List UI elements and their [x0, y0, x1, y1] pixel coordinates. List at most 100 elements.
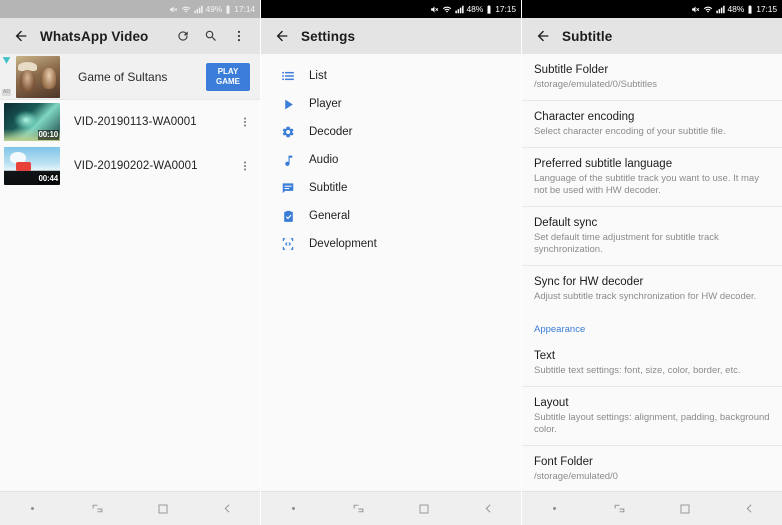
- battery-icon: [747, 5, 753, 14]
- overflow-menu-button[interactable]: [226, 23, 252, 49]
- pref-title: Font Folder: [534, 455, 770, 469]
- settings-list-content: List Player Decoder: [261, 54, 521, 491]
- nav-home-button[interactable]: [140, 492, 186, 525]
- video-overflow-button[interactable]: [234, 160, 256, 172]
- nav-back-button[interactable]: [466, 492, 512, 525]
- back-icon: [482, 502, 495, 515]
- nav-home-button[interactable]: [401, 492, 447, 525]
- battery-percent: 48%: [728, 5, 745, 14]
- pref-character-encoding[interactable]: Character encoding Select character enco…: [522, 101, 782, 148]
- panel-settings: 48% 17:15 Settings List: [261, 0, 521, 525]
- pref-title: Character encoding: [534, 110, 770, 124]
- back-button[interactable]: [269, 28, 295, 44]
- dot-indicator-icon: [31, 507, 34, 510]
- pref-summary: Language of the subtitle track you want …: [534, 173, 770, 197]
- search-button[interactable]: [198, 23, 224, 49]
- back-button[interactable]: [8, 28, 34, 44]
- settings-item-label: Audio: [309, 154, 338, 166]
- refresh-button[interactable]: [170, 23, 196, 49]
- ad-cta-line1: PLAY: [218, 67, 239, 77]
- search-icon: [204, 29, 218, 43]
- mute-icon: [169, 5, 178, 14]
- video-list-content: AD Game of Sultans PLAY GAME 00:10 VID-2…: [0, 54, 260, 491]
- video-name: VID-20190113-WA0001: [74, 116, 234, 128]
- video-thumbnail: 00:10: [4, 103, 60, 141]
- toolbar: Subtitle: [522, 18, 782, 54]
- status-bar: 49% 17:14: [0, 0, 260, 18]
- subtitle-preferences-content: Subtitle Folder /storage/emulated/0/Subt…: [522, 54, 782, 491]
- nav-dot-button[interactable]: [532, 492, 578, 525]
- settings-item-player[interactable]: Player: [261, 90, 521, 118]
- settings-list: List Player Decoder: [261, 54, 521, 258]
- nav-recents-button[interactable]: [75, 492, 121, 525]
- settings-item-label: Subtitle: [309, 182, 347, 194]
- pref-title: Default sync: [534, 216, 770, 230]
- back-arrow-icon: [535, 28, 551, 44]
- recents-icon: [91, 502, 104, 515]
- back-button[interactable]: [530, 28, 556, 44]
- battery-icon: [225, 5, 231, 14]
- recents-icon: [352, 502, 365, 515]
- home-icon: [679, 503, 691, 515]
- pref-sync-hw-decoder[interactable]: Sync for HW decoder Adjust subtitle trac…: [522, 266, 782, 312]
- music-note-icon: [279, 151, 297, 169]
- nav-back-button[interactable]: [205, 492, 251, 525]
- overflow-menu-icon: [232, 29, 246, 43]
- settings-item-subtitle[interactable]: Subtitle: [261, 174, 521, 202]
- settings-item-list[interactable]: List: [261, 62, 521, 90]
- system-nav-bar: [0, 491, 260, 525]
- settings-item-label: General: [309, 210, 350, 222]
- pref-subtitle-folder[interactable]: Subtitle Folder /storage/emulated/0/Subt…: [522, 54, 782, 101]
- ad-title: Game of Sultans: [78, 70, 167, 84]
- nav-dot-button[interactable]: [271, 492, 317, 525]
- ad-banner[interactable]: AD Game of Sultans PLAY GAME: [0, 54, 260, 100]
- nav-dot-button[interactable]: [10, 492, 56, 525]
- recents-icon: [613, 502, 626, 515]
- pref-preferred-subtitle-language[interactable]: Preferred subtitle language Language of …: [522, 148, 782, 207]
- pref-category-appearance: Appearance: [522, 312, 782, 340]
- settings-item-label: Decoder: [309, 126, 352, 138]
- pref-summary: Set default time adjustment for subtitle…: [534, 232, 770, 256]
- page-title: Settings: [301, 29, 355, 44]
- settings-item-development[interactable]: Development: [261, 230, 521, 258]
- settings-item-general[interactable]: General: [261, 202, 521, 230]
- nav-home-button[interactable]: [662, 492, 708, 525]
- panel-subtitle: 48% 17:15 Subtitle Subtitle Folder /stor…: [522, 0, 782, 525]
- ad-thumbnail: [16, 56, 60, 98]
- list-icon: [279, 67, 297, 85]
- pref-layout[interactable]: Layout Subtitle layout settings: alignme…: [522, 387, 782, 446]
- settings-item-label: Development: [309, 238, 377, 250]
- clock: 17:15: [756, 5, 777, 14]
- back-arrow-icon: [274, 28, 290, 44]
- video-overflow-button[interactable]: [234, 116, 256, 128]
- settings-item-decoder[interactable]: Decoder: [261, 118, 521, 146]
- signal-icon: [194, 5, 203, 14]
- video-row-2[interactable]: 00:44 VID-20190202-WA0001: [0, 144, 260, 188]
- pref-summary: /storage/emulated/0/Subtitles: [534, 79, 770, 91]
- back-arrow-icon: [13, 28, 29, 44]
- pref-text[interactable]: Text Subtitle text settings: font, size,…: [522, 340, 782, 387]
- battery-percent: 49%: [206, 5, 223, 14]
- nav-recents-button[interactable]: [336, 492, 382, 525]
- signal-icon: [455, 5, 464, 14]
- pref-title: Text: [534, 349, 770, 363]
- video-duration: 00:10: [38, 130, 59, 140]
- pref-summary: Subtitle layout settings: alignment, pad…: [534, 412, 770, 436]
- nav-back-button[interactable]: [727, 492, 773, 525]
- pref-summary: Subtitle text settings: font, size, colo…: [534, 365, 770, 377]
- ad-choices-icon[interactable]: [2, 56, 11, 65]
- clipboard-check-icon: [279, 207, 297, 225]
- video-row-1[interactable]: 00:10 VID-20190113-WA0001: [0, 100, 260, 144]
- settings-item-audio[interactable]: Audio: [261, 146, 521, 174]
- ad-cta-button[interactable]: PLAY GAME: [206, 63, 250, 91]
- play-icon: [279, 95, 297, 113]
- overflow-menu-icon: [239, 116, 251, 128]
- pref-default-sync[interactable]: Default sync Set default time adjustment…: [522, 207, 782, 266]
- video-thumbnail: 00:44: [4, 147, 60, 185]
- mute-icon: [691, 5, 700, 14]
- nav-recents-button[interactable]: [597, 492, 643, 525]
- system-nav-bar: [522, 491, 782, 525]
- refresh-icon: [176, 29, 190, 43]
- pref-font-folder[interactable]: Font Folder /storage/emulated/0: [522, 446, 782, 491]
- pref-title: Subtitle Folder: [534, 63, 770, 77]
